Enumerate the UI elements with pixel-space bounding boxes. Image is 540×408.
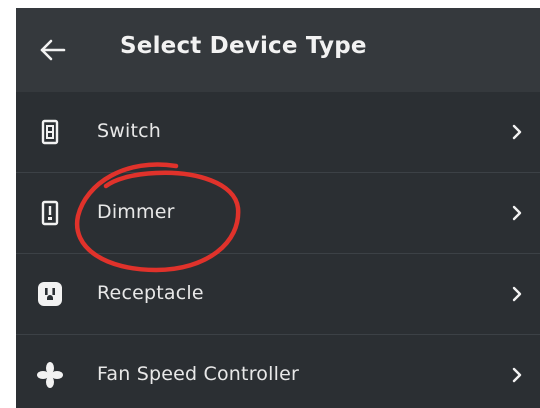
chevron-right-icon: [512, 286, 522, 302]
receptacle-icon: [38, 282, 62, 306]
chevron-right-icon: [512, 124, 522, 140]
device-item-label: Receptacle: [97, 282, 204, 304]
page-title: Select Device Type: [120, 33, 367, 59]
chevron-right-icon: [512, 205, 522, 221]
device-item-label: Fan Speed Controller: [97, 363, 299, 385]
device-item-label: Dimmer: [97, 201, 175, 223]
device-item-dimmer[interactable]: Dimmer: [16, 173, 540, 254]
device-item-receptacle[interactable]: Receptacle: [16, 254, 540, 335]
chevron-right-icon: [512, 367, 522, 383]
fan-icon: [37, 362, 63, 388]
arrow-left-icon: [40, 39, 66, 61]
device-item-switch[interactable]: Switch: [16, 92, 540, 173]
switch-icon: [41, 119, 59, 145]
device-type-screen: Select Device Type Switch Dimmer Recepta…: [16, 8, 540, 408]
dimmer-icon: [41, 200, 59, 226]
app-header: Select Device Type: [16, 8, 540, 92]
device-item-fan-speed-controller[interactable]: Fan Speed Controller: [16, 335, 540, 408]
device-item-label: Switch: [97, 120, 162, 142]
device-type-list: Switch Dimmer Receptacle Fan Speed Contr…: [16, 92, 540, 408]
back-button[interactable]: [38, 36, 68, 64]
